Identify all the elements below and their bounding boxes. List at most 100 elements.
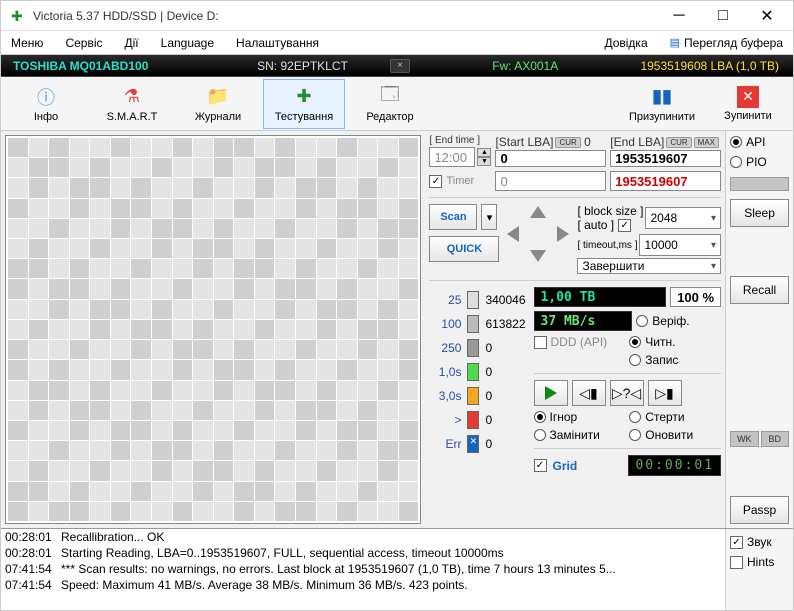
surface-cell xyxy=(152,259,172,278)
surface-cell xyxy=(131,421,151,440)
surface-cell xyxy=(378,401,398,420)
endtime-up[interactable]: ▲ xyxy=(477,148,491,157)
surface-cell xyxy=(214,421,234,440)
bd-button[interactable]: BD xyxy=(761,431,789,447)
hints-checkbox[interactable] xyxy=(730,556,743,569)
nav-down[interactable] xyxy=(530,250,546,262)
surface-cell xyxy=(337,178,357,197)
grid-checkbox[interactable]: ✓ xyxy=(534,459,547,472)
timer-checkbox[interactable]: ✓ xyxy=(429,175,442,188)
menu-language[interactable]: Language xyxy=(161,36,214,50)
ignore-radio[interactable] xyxy=(534,411,546,423)
startlba-field[interactable]: 0 xyxy=(495,150,606,167)
menu-service[interactable]: Сервіс xyxy=(65,36,102,50)
stop-button[interactable]: ✕Зупинити xyxy=(707,79,789,129)
pct-box: 100 % xyxy=(670,287,721,307)
remap-radio[interactable] xyxy=(534,429,546,441)
play-button[interactable] xyxy=(534,380,568,406)
verify-radio[interactable] xyxy=(636,315,648,327)
surface-cell xyxy=(173,239,193,258)
surface-cell xyxy=(193,441,213,460)
surface-cell xyxy=(378,199,398,218)
nav-right[interactable] xyxy=(557,226,569,242)
surface-cell xyxy=(358,482,378,501)
close-button[interactable]: ✕ xyxy=(745,2,789,30)
surface-cell xyxy=(152,381,172,400)
pause-button[interactable]: ▮▮Призупинити xyxy=(621,79,703,129)
surface-cell xyxy=(111,502,131,521)
surface-cell xyxy=(255,300,275,319)
endtime-field[interactable]: 12:00 xyxy=(429,147,475,167)
surface-cell xyxy=(296,259,316,278)
sleep-button[interactable]: Sleep xyxy=(730,199,789,227)
surface-cell xyxy=(399,259,419,278)
menu-actions[interactable]: Дії xyxy=(125,36,139,50)
wk-button[interactable]: WK xyxy=(730,431,758,447)
passp-button[interactable]: Passp xyxy=(730,496,789,524)
scan-button[interactable]: Scan xyxy=(429,204,477,230)
tab-test[interactable]: ✚Тестування xyxy=(263,79,345,129)
back-button[interactable]: ◁▮ xyxy=(572,380,606,406)
surface-cell xyxy=(49,158,69,177)
end2-field[interactable]: 1953519607 xyxy=(610,171,721,191)
surface-cell xyxy=(275,360,295,379)
start2-field[interactable]: 0 xyxy=(495,171,606,191)
surface-cell xyxy=(255,401,275,420)
endlba-cur-button[interactable]: CUR xyxy=(666,137,691,148)
surface-cell xyxy=(193,199,213,218)
api-radio[interactable] xyxy=(730,136,742,148)
surface-cell xyxy=(90,340,110,359)
blocksize-select[interactable]: 2048 xyxy=(645,207,721,229)
surface-cell xyxy=(90,279,110,298)
minimize-button[interactable]: ─ xyxy=(657,2,701,30)
serial-clear-button[interactable]: × xyxy=(390,59,410,73)
surface-cell xyxy=(275,482,295,501)
surface-cell xyxy=(90,401,110,420)
surface-cell xyxy=(378,158,398,177)
tab-journals[interactable]: 📁Журнали xyxy=(177,79,259,129)
ddd-checkbox[interactable] xyxy=(534,336,547,349)
action-select[interactable]: Завершити xyxy=(577,258,721,274)
menu-help[interactable]: Довідка xyxy=(604,36,647,50)
nav-left[interactable] xyxy=(507,226,519,242)
menu-settings[interactable]: Налаштування xyxy=(236,36,319,50)
random-button[interactable]: ▷?◁ xyxy=(610,380,644,406)
surface-cell xyxy=(70,279,90,298)
surface-cell xyxy=(29,178,49,197)
endlba-field[interactable]: 1953519607 xyxy=(610,150,721,167)
write-radio[interactable] xyxy=(629,354,641,366)
refresh-radio[interactable] xyxy=(629,429,641,441)
menu-main[interactable]: Меню xyxy=(11,36,43,50)
tab-info[interactable]: ⓘІнфо xyxy=(5,79,87,129)
nav-up[interactable] xyxy=(530,206,546,218)
maximize-button[interactable]: □ xyxy=(701,2,745,30)
surface-cell xyxy=(234,259,254,278)
surface-cell xyxy=(111,259,131,278)
endtime-down[interactable]: ▼ xyxy=(477,157,491,166)
buffer-view-link[interactable]: ▤ Перегляд буфера xyxy=(670,36,783,50)
surface-cell xyxy=(214,259,234,278)
log-row: 07:41:54*** Scan results: no warnings, n… xyxy=(1,561,725,577)
tab-editor[interactable]: 🗔Редактор xyxy=(349,79,431,129)
scan-dropdown[interactable]: ▾ xyxy=(481,204,497,230)
timeout-select[interactable]: 10000 xyxy=(639,234,721,256)
pio-radio[interactable] xyxy=(730,156,742,168)
erase-radio[interactable] xyxy=(629,411,641,423)
surface-cell xyxy=(131,199,151,218)
surface-cell xyxy=(152,178,172,197)
log-row: 00:28:01Recallibration... OK xyxy=(1,529,725,545)
startlba-cur-button[interactable]: CUR xyxy=(555,137,580,148)
tab-smart[interactable]: ⚗S.M.A.R.T xyxy=(91,79,173,129)
endlba-label: [End LBA] xyxy=(610,135,664,149)
read-radio[interactable] xyxy=(629,336,641,348)
auto-checkbox[interactable]: ✓ xyxy=(618,219,631,232)
endlba-max-button[interactable]: MAX xyxy=(694,137,719,148)
recall-button[interactable]: Recall xyxy=(730,276,789,304)
fwd-button[interactable]: ▷▮ xyxy=(648,380,682,406)
write-label: Запис xyxy=(645,353,678,367)
sound-checkbox[interactable]: ✓ xyxy=(730,536,743,549)
surface-cell xyxy=(399,199,419,218)
surface-cell xyxy=(173,158,193,177)
surface-cell xyxy=(193,138,213,157)
quick-button[interactable]: QUICK xyxy=(429,236,499,262)
